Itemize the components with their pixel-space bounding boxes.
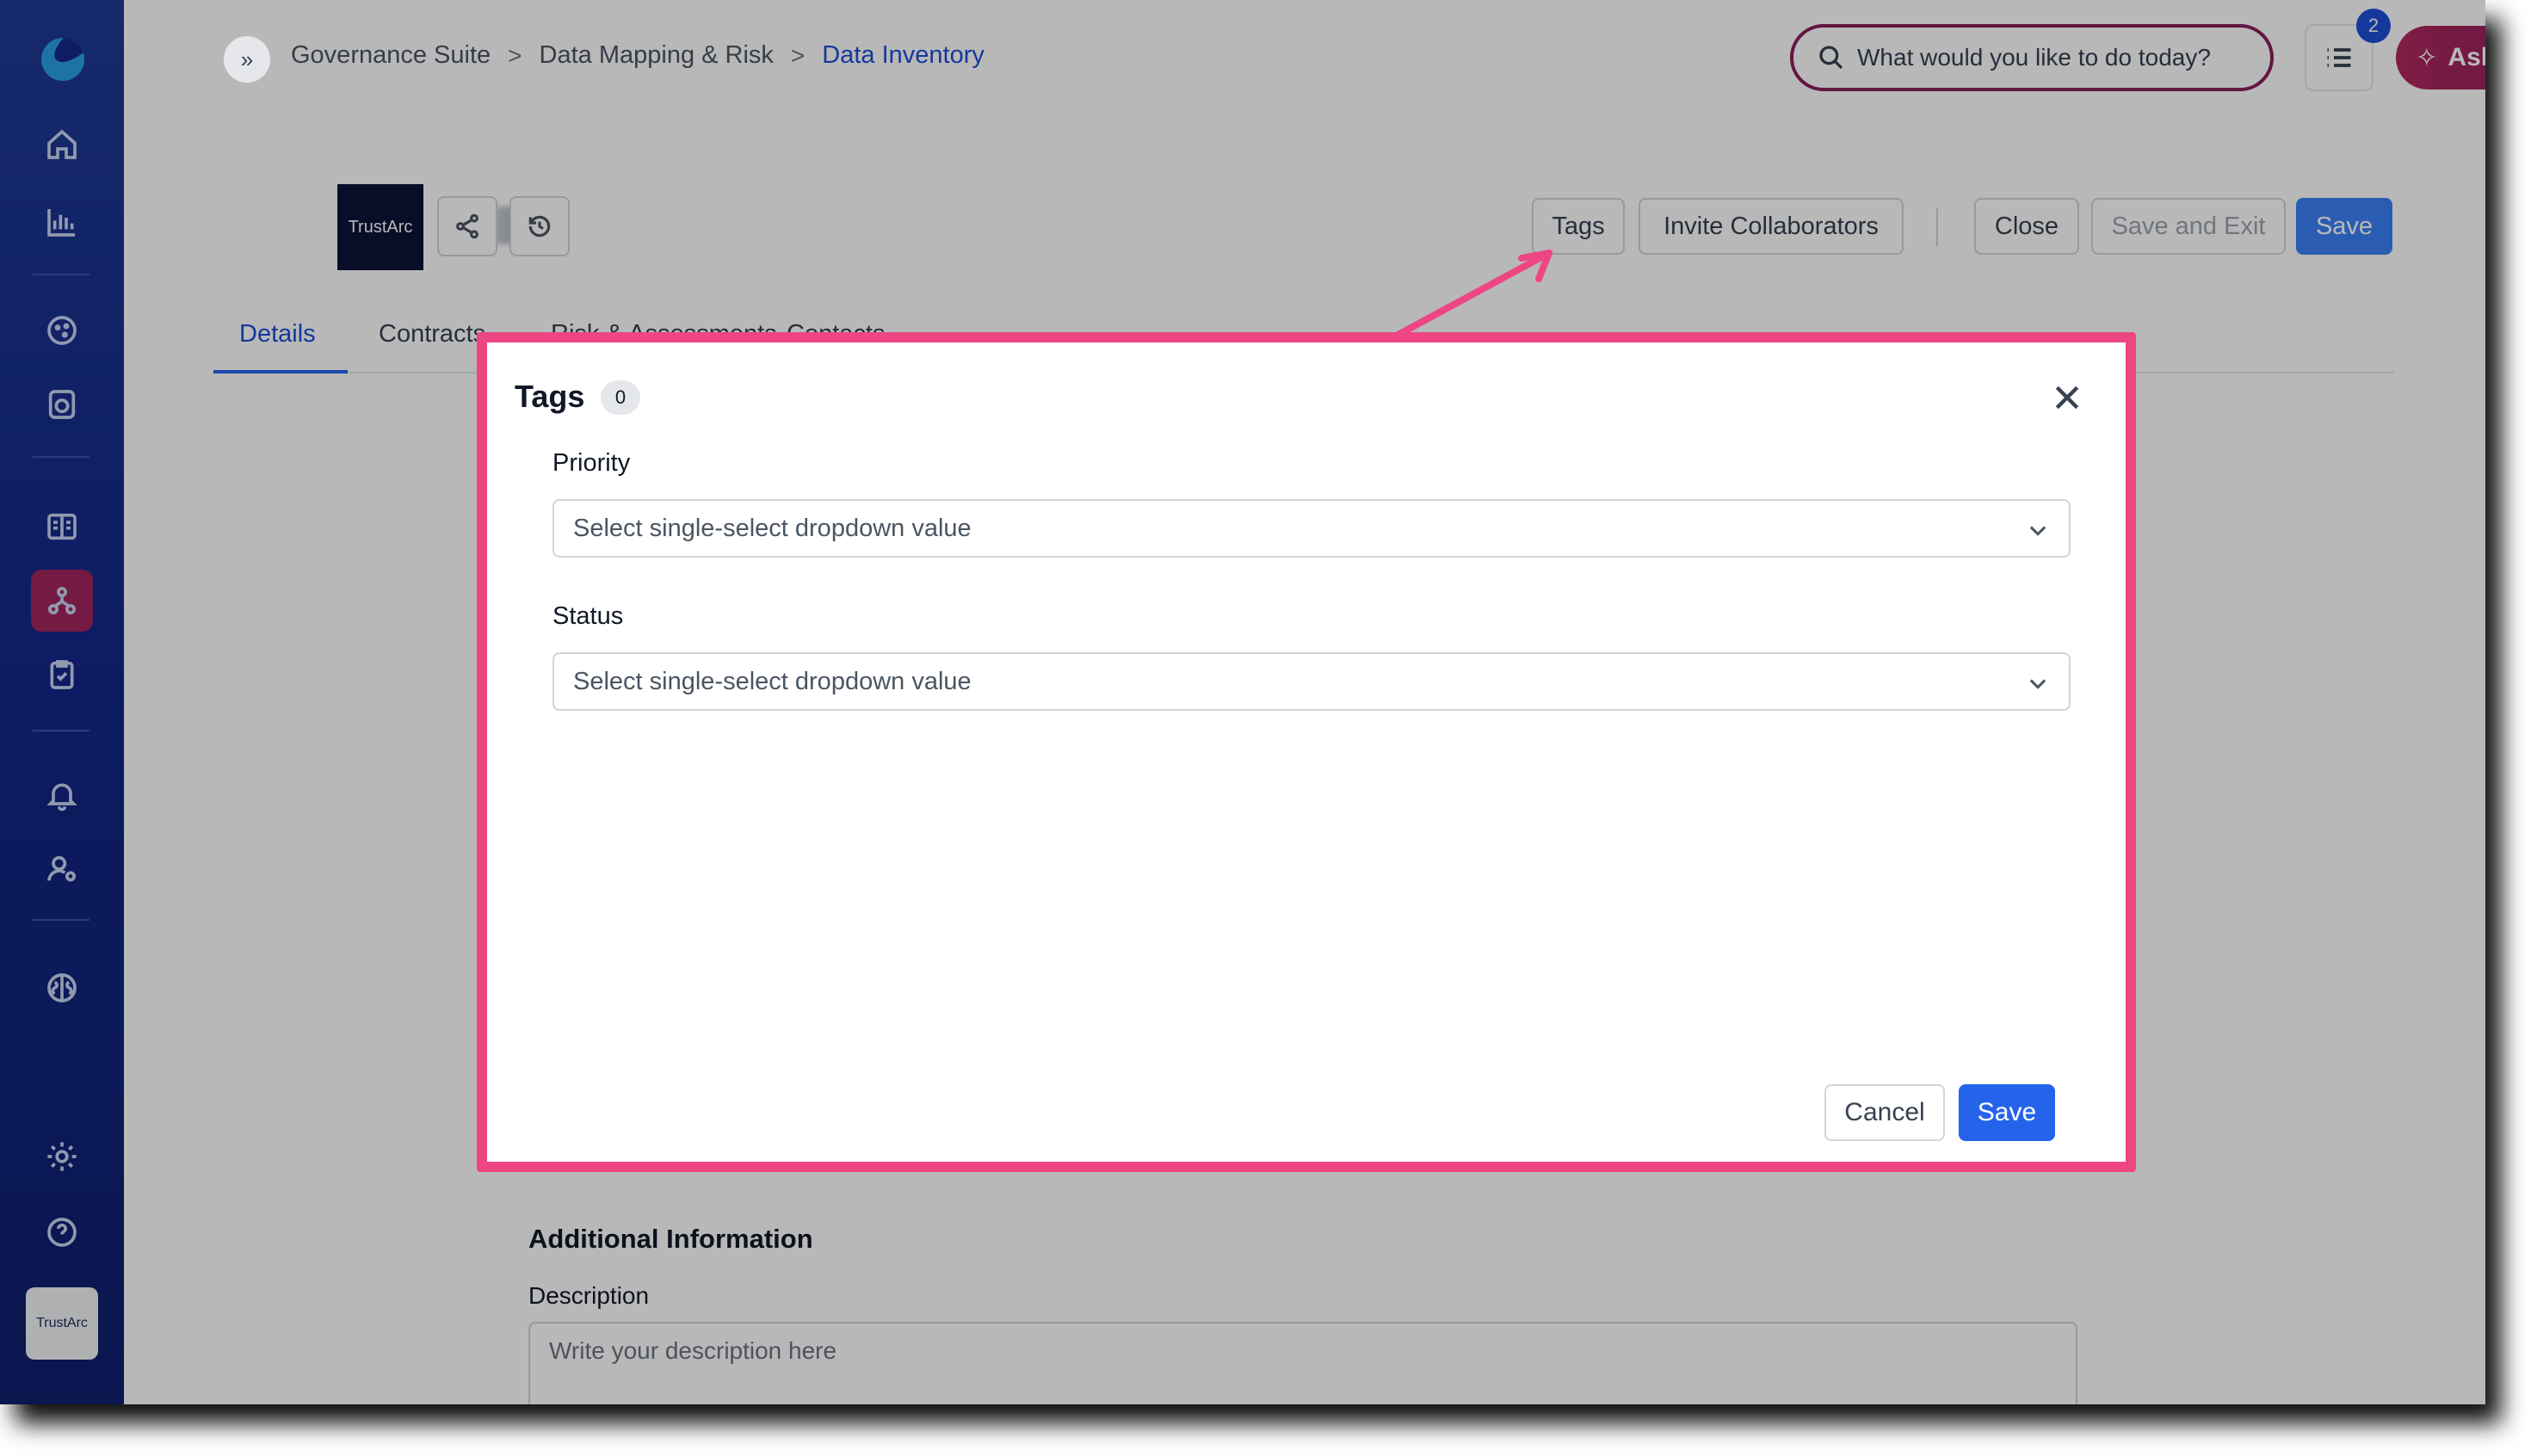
app-window: TrustArc » Governance Suite > Data Mappi… (0, 0, 2485, 1404)
priority-label: Priority (552, 449, 631, 477)
modal-title: Tags (515, 379, 585, 414)
cancel-button[interactable]: Cancel (1824, 1084, 1945, 1141)
tag-count-badge: 0 (601, 380, 640, 415)
priority-select-value: Select single-select dropdown value (573, 514, 972, 542)
chevron-down-icon (2029, 679, 2046, 689)
status-label: Status (552, 602, 624, 630)
tags-modal: Tags 0 Priority Select single-select dro… (477, 332, 2136, 1172)
status-select[interactable]: Select single-select dropdown value (552, 652, 2071, 711)
priority-select[interactable]: Select single-select dropdown value (552, 499, 2071, 558)
chevron-down-icon (2029, 526, 2046, 536)
status-select-value: Select single-select dropdown value (573, 667, 972, 695)
modal-save-button[interactable]: Save (1959, 1084, 2055, 1141)
expand-sidebar-icon[interactable]: » (224, 36, 270, 83)
close-icon[interactable] (2050, 380, 2084, 415)
